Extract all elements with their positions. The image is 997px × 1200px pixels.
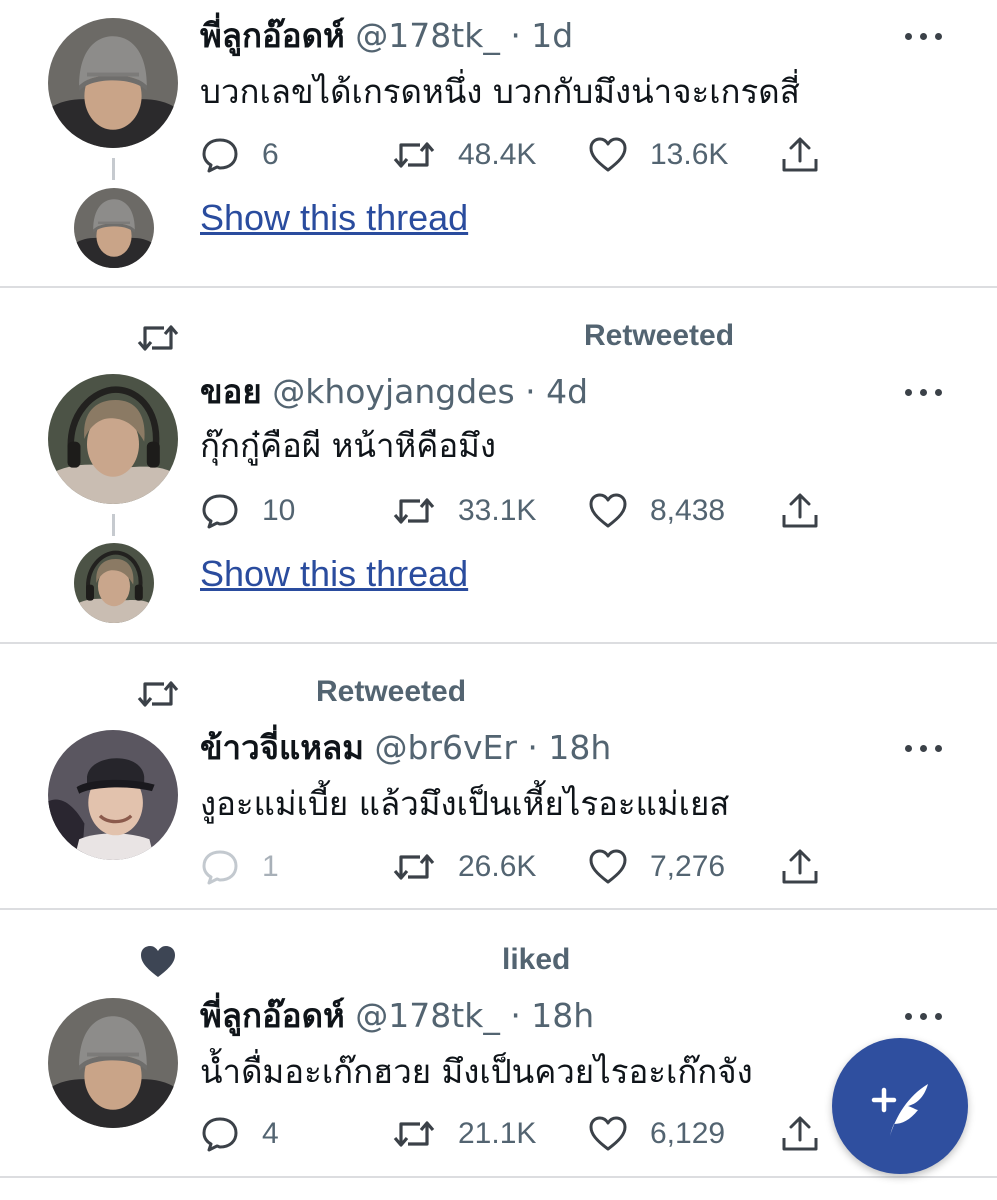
retweet-count: 33.1K (458, 494, 537, 527)
timestamp[interactable]: · 18h (527, 728, 611, 767)
tweet-header: พี่ลูกอ๊อดห์ @178tk_ · 18h (200, 996, 594, 1036)
reply-icon (200, 491, 240, 531)
reply-button[interactable]: 4 (200, 1112, 279, 1156)
display-name[interactable]: พี่ลูกอ๊อดห์ (200, 996, 345, 1035)
handle[interactable]: @khoyjangdes (272, 372, 514, 411)
heart-icon (138, 942, 178, 982)
share-icon (780, 135, 820, 175)
like-count: 13.6K (650, 138, 729, 171)
display-name[interactable]: พี่ลูกอ๊อดห์ (200, 16, 345, 55)
reply-button[interactable]: 1 (200, 845, 279, 889)
heart-icon (588, 135, 628, 175)
thread-line (112, 158, 115, 180)
reply-icon (200, 847, 240, 887)
reply-icon (200, 135, 240, 175)
compose-tweet-icon (871, 1084, 928, 1136)
tweet-text: บวกเลขได้เกรดหนึ่ง บวกกับมึงน่าจะเกรดสี่ (200, 72, 800, 111)
share-button[interactable] (780, 133, 820, 177)
tweet-header: ขอย @khoyjangdes · 4d (200, 372, 588, 412)
tweet-header: พี่ลูกอ๊อดห์ @178tk_ · 1d (200, 16, 573, 56)
like-button[interactable]: 6,129 (588, 1112, 725, 1156)
action-bar: 4 21.1K 6,129 (200, 1112, 840, 1156)
more-icon[interactable] (905, 738, 949, 758)
reply-button[interactable]: 10 (200, 489, 295, 533)
like-count: 7,276 (650, 850, 726, 883)
tweet[interactable]: Retweeted ขอย @khoyjangdes · 4d กุ๊กกู๋ค… (0, 288, 997, 642)
avatar[interactable] (48, 18, 178, 148)
heart-icon (588, 491, 628, 531)
timestamp[interactable]: · 18h (510, 996, 594, 1035)
retweet-icon (136, 674, 180, 714)
thread-avatar[interactable] (74, 543, 154, 623)
thread-line (112, 514, 115, 536)
share-button[interactable] (780, 489, 820, 533)
reply-count: 10 (262, 494, 296, 527)
show-thread-link[interactable]: Show this thread (200, 552, 468, 596)
retweet-count: 48.4K (458, 138, 537, 171)
retweet-button[interactable]: 26.6K (392, 845, 536, 889)
reply-count: 4 (262, 1117, 279, 1150)
thread-avatar[interactable] (74, 188, 154, 268)
display-name[interactable]: ขอย (200, 372, 262, 411)
avatar[interactable] (48, 998, 178, 1128)
retweeted-label: Retweeted (316, 675, 467, 708)
share-icon (780, 847, 820, 887)
avatar[interactable] (48, 730, 178, 860)
reply-count: 1 (262, 850, 279, 883)
like-button[interactable]: 13.6K (588, 133, 728, 177)
compose-tweet-button[interactable] (832, 1038, 968, 1174)
like-button[interactable]: 7,276 (588, 845, 725, 889)
retweet-button[interactable]: 33.1K (392, 489, 536, 533)
handle[interactable]: @br6vEr (374, 728, 516, 767)
action-bar: 6 48.4K 13.6K (200, 133, 840, 177)
tweet-text: งูอะแม่เบี้ย แล้วมึงเป็นเหี้ยไรอะแม่เยส (200, 784, 730, 823)
more-icon[interactable] (905, 1006, 949, 1026)
share-icon (780, 1114, 820, 1154)
reply-count: 6 (262, 138, 279, 171)
retweet-icon (392, 1114, 436, 1154)
display-name[interactable]: ข้าวจี่แหลม (200, 728, 364, 767)
tweet-text: น้ำดื่มอะเก๊กฮวย มึงเป็นควยไรอะเก๊กจัง (200, 1052, 753, 1091)
heart-icon (588, 1114, 628, 1154)
reply-icon (200, 1114, 240, 1154)
handle[interactable]: @178tk_ (355, 996, 500, 1035)
retweet-button[interactable]: 21.1K (392, 1112, 536, 1156)
liked-label: liked (502, 943, 571, 976)
retweet-count: 26.6K (458, 850, 537, 883)
retweet-count: 21.1K (458, 1117, 537, 1150)
more-icon[interactable] (905, 26, 949, 46)
avatar[interactable] (48, 374, 178, 504)
heart-icon (588, 847, 628, 887)
retweet-icon (136, 318, 180, 358)
share-button[interactable] (780, 1112, 820, 1156)
like-button[interactable]: 8,438 (588, 489, 725, 533)
retweet-icon (392, 847, 436, 887)
like-count: 6,129 (650, 1117, 726, 1150)
share-button[interactable] (780, 845, 820, 889)
retweet-icon (392, 491, 436, 531)
timestamp[interactable]: · 1d (510, 16, 573, 55)
action-bar: 10 33.1K 8,438 (200, 489, 840, 533)
more-icon[interactable] (905, 382, 949, 402)
retweeted-label: Retweeted (584, 319, 735, 352)
tweet-text: กุ๊กกู๋คือผี หน้าหีคือมึง (200, 426, 497, 465)
action-bar: 1 26.6K 7,276 (200, 845, 840, 889)
timestamp[interactable]: · 4d (525, 372, 588, 411)
retweet-icon (392, 135, 436, 175)
divider (0, 1176, 997, 1178)
share-icon (780, 491, 820, 531)
like-count: 8,438 (650, 494, 726, 527)
show-thread-link[interactable]: Show this thread (200, 196, 468, 240)
retweet-button[interactable]: 48.4K (392, 133, 536, 177)
reply-button[interactable]: 6 (200, 133, 279, 177)
handle[interactable]: @178tk_ (355, 16, 500, 55)
tweet[interactable]: Retweeted ข้าวจี่แหลม @br6vEr · 18h งูอะ… (0, 644, 997, 908)
tweet[interactable]: พี่ลูกอ๊อดห์ @178tk_ · 1d บวกเลขได้เกรดห… (0, 0, 997, 286)
tweet-header: ข้าวจี่แหลม @br6vEr · 18h (200, 728, 611, 768)
